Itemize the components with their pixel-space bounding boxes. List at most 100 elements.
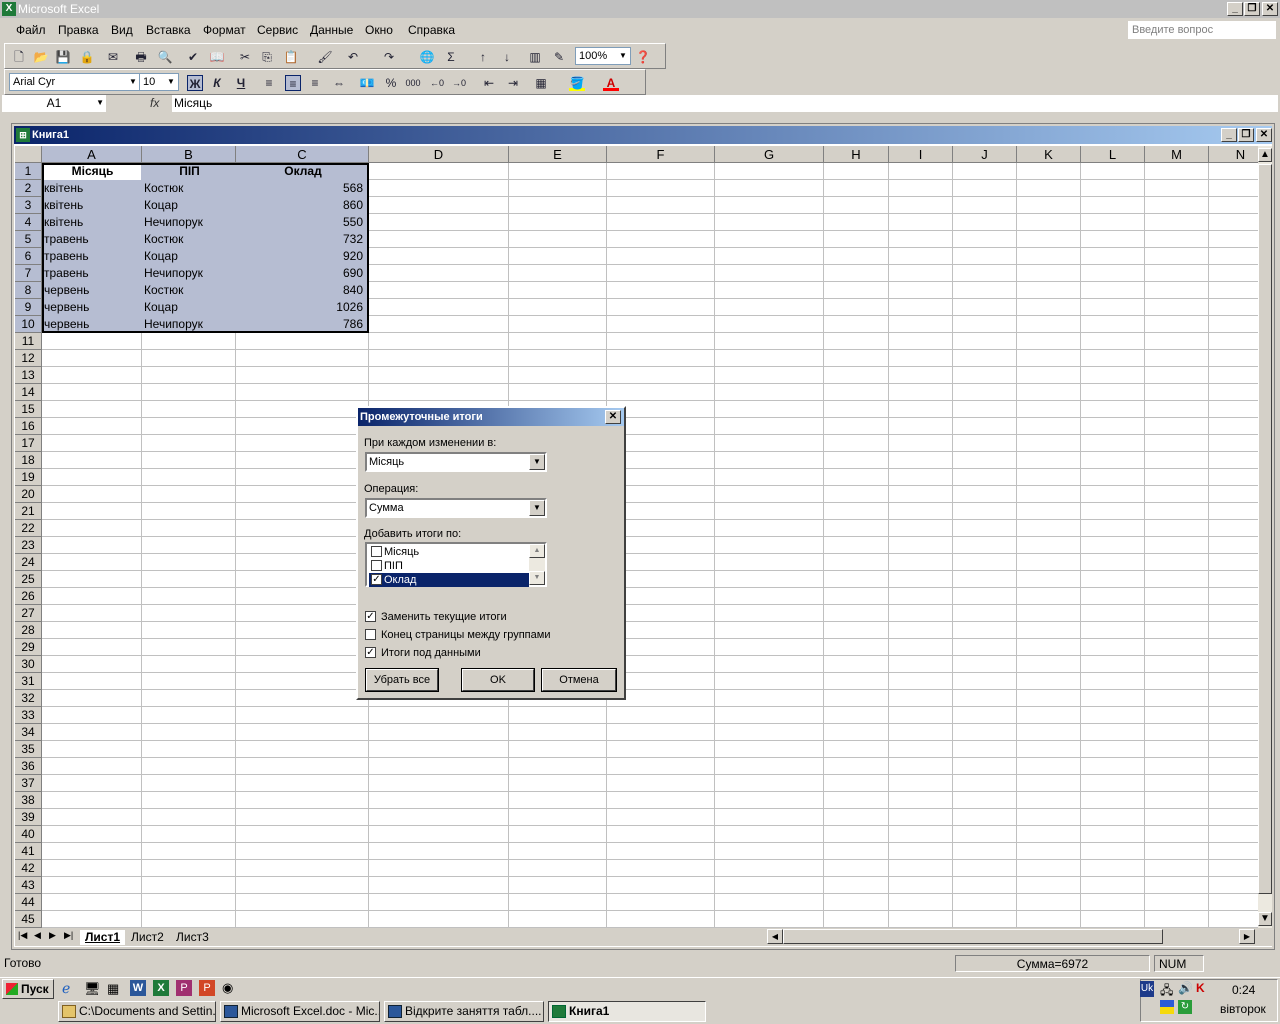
- sheet-tab-3[interactable]: Лист3: [171, 930, 214, 945]
- fill-color-icon[interactable]: 🪣: [569, 75, 585, 91]
- cell[interactable]: Коцар: [144, 197, 235, 214]
- ask-question-input[interactable]: Введите вопрос: [1128, 21, 1276, 39]
- cell[interactable]: 732: [236, 231, 366, 248]
- row-header[interactable]: 34: [15, 724, 42, 741]
- column-header-c[interactable]: C: [236, 146, 369, 163]
- autosum-icon[interactable]: Σ: [443, 49, 459, 65]
- dialog-close-icon[interactable]: ✕: [605, 410, 621, 424]
- row-header[interactable]: 13: [15, 367, 42, 384]
- research-icon[interactable]: 📖: [209, 49, 225, 65]
- scroll-up-icon[interactable]: ▲: [529, 544, 545, 558]
- close-workbook-button[interactable]: ✕: [1256, 128, 1272, 142]
- row-header[interactable]: 35: [15, 741, 42, 758]
- row-header[interactable]: 7: [15, 265, 42, 282]
- column-header-e[interactable]: E: [509, 146, 607, 163]
- cell[interactable]: 690: [236, 265, 366, 282]
- publisher-icon[interactable]: P: [176, 980, 192, 996]
- cell[interactable]: Оклад: [238, 163, 368, 180]
- cell[interactable]: Місяць: [44, 163, 141, 180]
- currency-icon[interactable]: 💶: [359, 75, 375, 91]
- row-header[interactable]: 27: [15, 605, 42, 622]
- email-icon[interactable]: ✉: [105, 49, 121, 65]
- cell[interactable]: червень: [44, 316, 141, 333]
- subtotal-fields-list[interactable]: Місяць ПІП ✓ Оклад ▲ ▼: [365, 542, 547, 587]
- menu-file[interactable]: Файл: [16, 23, 46, 37]
- save-icon[interactable]: 💾: [55, 49, 71, 65]
- menu-window[interactable]: Окно: [365, 23, 393, 37]
- remove-all-button[interactable]: Убрать все: [365, 668, 439, 692]
- menu-help[interactable]: Справка: [408, 23, 455, 37]
- print-preview-icon[interactable]: 🔍: [157, 49, 173, 65]
- column-header-n[interactable]: N: [1209, 146, 1258, 163]
- word-icon[interactable]: W: [130, 980, 146, 996]
- cell[interactable]: травень: [44, 248, 141, 265]
- row-header[interactable]: 9: [15, 299, 42, 316]
- column-header-b[interactable]: B: [142, 146, 236, 163]
- desktop-icon[interactable]: 🖥: [84, 981, 101, 997]
- row-header[interactable]: 16: [15, 418, 42, 435]
- network-icon[interactable]: 🖧: [1160, 981, 1173, 1002]
- volume-icon[interactable]: 🔊: [1178, 981, 1193, 995]
- column-header-k[interactable]: K: [1017, 146, 1081, 163]
- increase-decimal-icon[interactable]: ←0: [429, 75, 445, 91]
- language-indicator[interactable]: Uk: [1140, 981, 1154, 997]
- italic-button[interactable]: К: [209, 75, 225, 91]
- cell[interactable]: квітень: [44, 180, 141, 197]
- cell[interactable]: Костюк: [144, 231, 235, 248]
- list-item[interactable]: ПІП: [369, 559, 529, 573]
- row-header[interactable]: 14: [15, 384, 42, 401]
- print-icon[interactable]: 🖶: [133, 49, 149, 65]
- replace-current-checkbox[interactable]: ✓: [365, 611, 376, 622]
- column-header-l[interactable]: L: [1081, 146, 1145, 163]
- column-header-j[interactable]: J: [953, 146, 1017, 163]
- sheet-tab-1[interactable]: Лист1: [80, 930, 126, 945]
- menu-tools[interactable]: Сервис: [257, 23, 298, 37]
- menu-data[interactable]: Данные: [310, 23, 353, 37]
- cell[interactable]: квітень: [44, 214, 141, 231]
- row-header[interactable]: 38: [15, 792, 42, 809]
- prev-sheet-icon[interactable]: ◀: [34, 930, 41, 941]
- row-header[interactable]: 30: [15, 656, 42, 673]
- column-header-m[interactable]: M: [1145, 146, 1209, 163]
- formula-input[interactable]: Місяць: [172, 95, 1278, 112]
- scroll-left-icon[interactable]: ◀: [767, 929, 783, 944]
- vertical-scroll-thumb[interactable]: [1258, 164, 1272, 894]
- excel-icon[interactable]: X: [153, 980, 169, 996]
- checkbox-salary[interactable]: ✓: [371, 574, 382, 585]
- row-header[interactable]: 25: [15, 571, 42, 588]
- merge-center-icon[interactable]: ⇔: [331, 75, 347, 91]
- row-header[interactable]: 12: [15, 350, 42, 367]
- flag-icon[interactable]: [1160, 1000, 1174, 1014]
- cell[interactable]: 920: [236, 248, 366, 265]
- cell[interactable]: 786: [236, 316, 366, 333]
- column-header-a[interactable]: A: [42, 146, 142, 163]
- row-header[interactable]: 33: [15, 707, 42, 724]
- row-header[interactable]: 44: [15, 894, 42, 911]
- cell[interactable]: Коцар: [144, 299, 235, 316]
- scroll-right-icon[interactable]: ▶: [1239, 929, 1255, 944]
- chart-wizard-icon[interactable]: ▥: [527, 49, 543, 65]
- row-header[interactable]: 10: [15, 316, 42, 333]
- cell[interactable]: Костюк: [144, 180, 235, 197]
- increase-indent-icon[interactable]: ⇥: [505, 75, 521, 91]
- open-icon[interactable]: 📂: [33, 49, 49, 65]
- operation-select[interactable]: Сумма ▼: [365, 498, 547, 518]
- cell[interactable]: 860: [236, 197, 366, 214]
- row-header[interactable]: 5: [15, 231, 42, 248]
- row-header[interactable]: 26: [15, 588, 42, 605]
- next-sheet-icon[interactable]: ▶: [49, 930, 56, 941]
- list-scrollbar[interactable]: ▲ ▼: [529, 544, 545, 585]
- menu-edit[interactable]: Правка: [58, 23, 99, 37]
- row-header[interactable]: 8: [15, 282, 42, 299]
- cell[interactable]: квітень: [44, 197, 141, 214]
- row-header[interactable]: 15: [15, 401, 42, 418]
- cell[interactable]: червень: [44, 299, 141, 316]
- paste-icon[interactable]: 📋: [283, 49, 299, 65]
- row-header[interactable]: 4: [15, 214, 42, 231]
- scroll-up-icon[interactable]: ▲: [1258, 148, 1272, 162]
- summary-below-checkbox[interactable]: ✓: [365, 647, 376, 658]
- font-size-select[interactable]: 10 ▼: [139, 73, 179, 91]
- row-header[interactable]: 18: [15, 452, 42, 469]
- change-field-select[interactable]: Місяць ▼: [365, 452, 547, 472]
- row-header[interactable]: 21: [15, 503, 42, 520]
